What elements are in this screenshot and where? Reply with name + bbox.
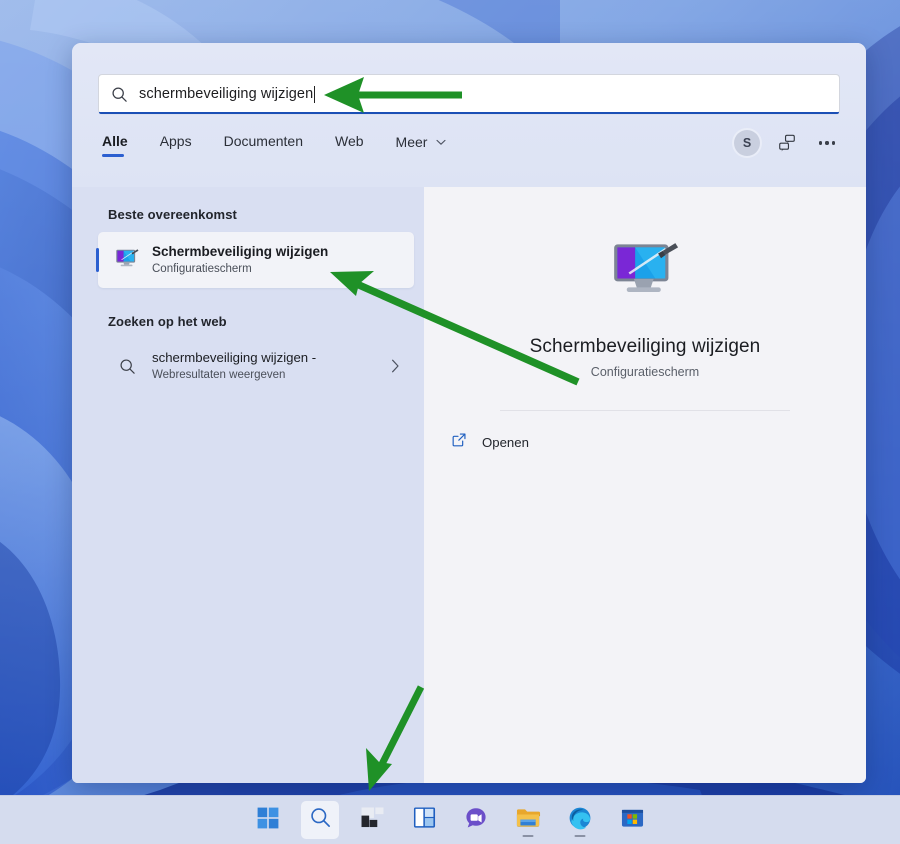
monitor-screensaver-icon [112,248,142,272]
best-match-subtitle: Configuratiescherm [152,263,252,275]
store-button[interactable] [613,801,651,839]
search-box-container: schermbeveiliging wijzigen [72,43,866,114]
task-view-icon [361,807,384,833]
search-button[interactable] [301,801,339,839]
edge-button[interactable] [561,801,599,839]
search-tabs: Alle Apps Documenten Web Meer [102,130,462,160]
preview-actions: Openen [424,411,866,456]
web-result-subtitle: Webresultaten weergeven [152,369,286,381]
web-search-header: Zoeken op het web [108,314,227,329]
chat-teams-icon [464,806,488,835]
edge-icon [568,806,592,835]
feedback-icon[interactable] [774,130,800,156]
chevron-down-icon [436,133,446,149]
best-match-title: Schermbeveiliging wijzigen [152,244,329,259]
preview-title: Schermbeveiliging wijzigen [529,336,761,357]
preview-subtitle: Configuratiescherm [590,365,700,379]
open-action[interactable]: Openen [451,428,866,456]
preview-pane: Schermbeveiliging wijzigen Configuraties… [424,187,866,783]
running-indicator [574,834,586,837]
widgets-icon [413,806,436,834]
search-results-list: Beste overeenkomst Schermbeveiliging wij… [72,187,424,783]
search-icon [112,358,142,375]
tab-web[interactable]: Web [319,130,380,159]
tab-documenten[interactable]: Documenten [208,130,319,159]
best-match-text: Schermbeveiliging wijzigen Configuraties… [152,243,328,277]
running-indicator [522,834,534,837]
tab-apps[interactable]: Apps [144,130,208,159]
search-header-actions: S [734,130,840,156]
tab-meer-label: Meer [395,134,428,150]
file-explorer-button[interactable] [509,801,547,839]
chat-button[interactable] [457,801,495,839]
search-tabs-row: Alle Apps Documenten Web Meer S [72,114,866,160]
open-action-label: Openen [482,434,529,450]
open-external-icon [451,432,467,453]
search-icon [111,86,128,103]
tab-apps-label: Apps [159,133,192,149]
best-match-result[interactable]: Schermbeveiliging wijzigen Configuraties… [96,232,414,288]
chevron-right-icon[interactable] [391,359,414,373]
web-result-title: schermbeveiliging wijzigen - [152,350,317,365]
tab-web-label: Web [335,133,364,149]
search-icon [309,806,332,834]
text-caret [314,85,316,103]
microsoft-store-icon [621,806,644,834]
widgets-button[interactable] [405,801,443,839]
windows-search-panel: schermbeveiliging wijzigen Alle Apps Doc… [72,43,866,783]
monitor-screensaver-icon [608,239,682,314]
tab-alle-label: Alle [102,133,128,149]
best-match-header: Beste overeenkomst [108,207,237,222]
search-panel-header: schermbeveiliging wijzigen Alle Apps Doc… [72,43,866,187]
search-input[interactable]: schermbeveiliging wijzigen [98,74,840,114]
web-search-result[interactable]: schermbeveiliging wijzigen - Webresultat… [98,339,414,393]
ellipsis-icon[interactable] [814,130,840,156]
search-input-value: schermbeveiliging wijzigen [139,86,314,102]
tab-meer[interactable]: Meer [380,130,463,160]
start-button[interactable] [249,801,287,839]
ellipsis-dots [818,141,836,145]
search-results-body: Beste overeenkomst Schermbeveiliging wij… [72,187,866,783]
folder-icon [516,807,541,834]
tab-documenten-label: Documenten [223,133,303,149]
tab-alle[interactable]: Alle [102,130,144,159]
task-view-button[interactable] [353,801,391,839]
taskbar [0,795,900,844]
web-result-text: schermbeveiliging wijzigen - Webresultat… [152,349,391,383]
windows-logo-icon [257,807,279,834]
avatar-initial: S [742,136,752,150]
avatar[interactable]: S [734,130,760,156]
